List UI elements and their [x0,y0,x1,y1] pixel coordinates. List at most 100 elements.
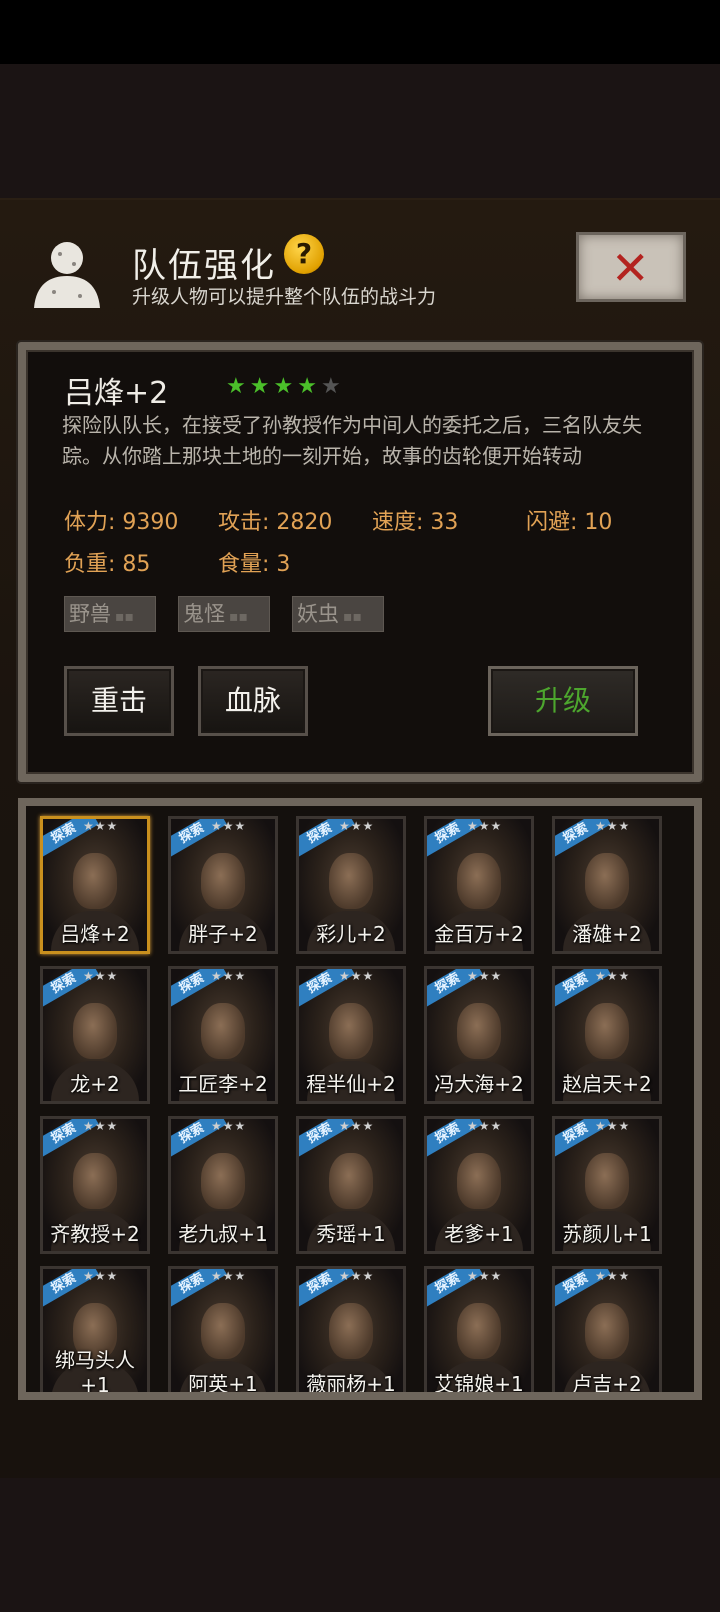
character-card-name: 吕烽+2 [60,922,130,946]
character-card-name: 老九叔+1 [178,1222,268,1246]
rank-stars-icon: ★★★ [339,1269,375,1283]
character-card[interactable]: 探索 ★★★ 金百万+2 [424,816,534,954]
portrait-face [73,1153,117,1209]
rank-stars-icon: ★★★ [211,1269,247,1283]
star-filled-icon: ★ [226,374,246,399]
stat-hp: 体力: 9390 [64,510,179,535]
character-card-name: 齐教授+2 [50,1222,140,1246]
tag-label: 鬼怪 [183,602,225,626]
character-card[interactable]: 探索 ★★★ 彩儿+2 [296,816,406,954]
tag-insect: 妖虫 ▪▪ [292,596,384,632]
character-card-name: 潘雄+2 [572,922,642,946]
portrait-face [585,853,629,909]
character-card[interactable]: 探索 ★★★ 卢吉+2 [552,1266,662,1396]
tag-dots: ▪▪ [115,609,134,625]
page-subtitle: 升级人物可以提升整个队伍的战斗力 [132,286,437,308]
stat-load: 负重: 85 [64,552,151,577]
character-card[interactable]: 探索 ★★★ 工匠李+2 [168,966,278,1104]
character-card[interactable]: 探索 ★★★ 苏颜儿+1 [552,1116,662,1254]
close-button[interactable]: ✕ [576,232,686,302]
character-description: 探险队队长，在接受了孙教授作为中间人的委托之后，三名队友失踪。从你踏上那块土地的… [62,413,642,468]
rank-stars-icon: ★★★ [211,1119,247,1133]
star-filled-icon: ★ [297,374,317,399]
portrait-face [73,853,117,909]
tag-beast: 野兽 ▪▪ [64,596,156,632]
tag-dots: ▪▪ [229,609,248,625]
portrait-face [329,853,373,909]
character-card[interactable]: 探索 ★★★ 潘雄+2 [552,816,662,954]
rank-stars-icon: ★★★ [595,1269,631,1283]
character-roster-grid: 探索 ★★★ 吕烽+2 探索 ★★★ 胖子+2 探索 ★★★ 彩儿+2 探索 ★★★ 金百万+2 探索 ★… [18,798,702,1400]
rank-stars-icon: ★★★ [211,819,247,833]
portrait-face [585,1303,629,1359]
tag-dots: ▪▪ [343,609,362,625]
character-card-name: 工匠李+2 [178,1072,268,1096]
character-card-name: 阿英+1 [188,1372,258,1396]
character-card[interactable]: 探索 ★★★ 薇丽杨+1 [296,1266,406,1396]
character-card[interactable]: 探索 ★★★ 秀瑶+1 [296,1116,406,1254]
bloodline-button[interactable]: 血脉 [198,666,308,736]
rank-stars-icon: ★★★ [467,819,503,833]
portrait-face [73,1003,117,1059]
rank-stars-icon: ★★★ [83,819,119,833]
character-detail-card: 吕烽+2 ★ ★ ★ ★ ★ 探险队队长，在接受了孙教授作为中间人的委托之后，三名队友失… [18,342,702,782]
character-card-name: 苏颜儿+1 [562,1222,652,1246]
character-card-name: 胖子+2 [188,922,258,946]
portrait-face [201,1153,245,1209]
character-card-name: 卢吉+2 [572,1372,642,1396]
character-card[interactable]: 探索 ★★★ 老爹+1 [424,1116,534,1254]
stat-speed: 速度: 33 [372,510,459,535]
status-bar [0,0,720,64]
dimmed-background-bottom [0,1478,720,1612]
character-card[interactable]: 探索 ★★★ 冯大海+2 [424,966,534,1104]
player-silhouette-icon [34,242,100,308]
rank-stars-icon: ★★★ [83,1119,119,1133]
portrait-face [201,1003,245,1059]
character-card[interactable]: 探索 ★★★ 艾锦娘+1 [424,1266,534,1392]
stat-attack: 攻击: 2820 [218,510,333,535]
tag-ghost: 鬼怪 ▪▪ [178,596,270,632]
rank-stars-icon: ★★★ [595,1119,631,1133]
portrait-face [329,1303,373,1359]
help-icon[interactable]: ? [284,234,324,274]
upgrade-button[interactable]: 升级 [488,666,638,736]
star-filled-icon: ★ [249,374,270,399]
tag-label: 妖虫 [297,602,339,626]
character-card[interactable]: 探索 ★★★ 胖子+2 [168,816,278,954]
character-card-name: 薇丽杨+1 [306,1372,396,1396]
character-card-name: 绑马头人+1 [55,1348,135,1397]
star-empty-icon: ★ [320,374,341,399]
character-card-name: 赵启天+2 [562,1072,652,1096]
character-card-name: 冯大海+2 [434,1072,524,1096]
dimmed-background-top [0,64,720,198]
heavy-strike-button[interactable]: 重击 [64,666,174,736]
rank-stars-icon: ★★★ [595,819,631,833]
rank-stars-icon: ★★★ [467,1119,503,1133]
character-card[interactable]: 探索 ★★★ 齐教授+2 [40,1116,150,1254]
rank-stars-icon: ★★★ [595,969,631,983]
character-name: 吕烽+2 [64,376,169,411]
character-card[interactable]: 探索 ★★★ 龙+2 [40,966,150,1104]
character-card-name: 秀瑶+1 [316,1222,386,1246]
rank-stars-icon: ★★★ [211,969,247,983]
character-card[interactable]: 探索 ★★★ 吕烽+2 [40,816,150,954]
rank-stars-icon: ★★★ [83,1269,119,1283]
stat-dodge: 闪避: 10 [526,510,613,535]
character-card[interactable]: 探索 ★★★ 绑马头人+1 [40,1266,150,1397]
character-card[interactable]: 探索 ★★★ 老九叔+1 [168,1116,278,1254]
star-filled-icon: ★ [273,374,294,399]
character-card[interactable]: 探索 ★★★ 赵启天+2 [552,966,662,1104]
character-card[interactable]: 探索 ★★★ 程半仙+2 [296,966,406,1104]
portrait-face [457,853,501,909]
character-card-name: 程半仙+2 [306,1072,396,1096]
character-stars: ★ ★ ★ ★ ★ [226,376,341,398]
rank-stars-icon: ★★★ [339,1119,375,1133]
character-card[interactable]: 探索 ★★★ 阿英+1 [168,1266,278,1396]
stat-food: 食量: 3 [218,552,291,577]
portrait-face [329,1003,373,1059]
tag-label: 野兽 [69,602,111,626]
portrait-face [329,1153,373,1209]
character-card-name: 彩儿+2 [316,922,386,946]
rank-stars-icon: ★★★ [83,969,119,983]
portrait-face [585,1153,629,1209]
